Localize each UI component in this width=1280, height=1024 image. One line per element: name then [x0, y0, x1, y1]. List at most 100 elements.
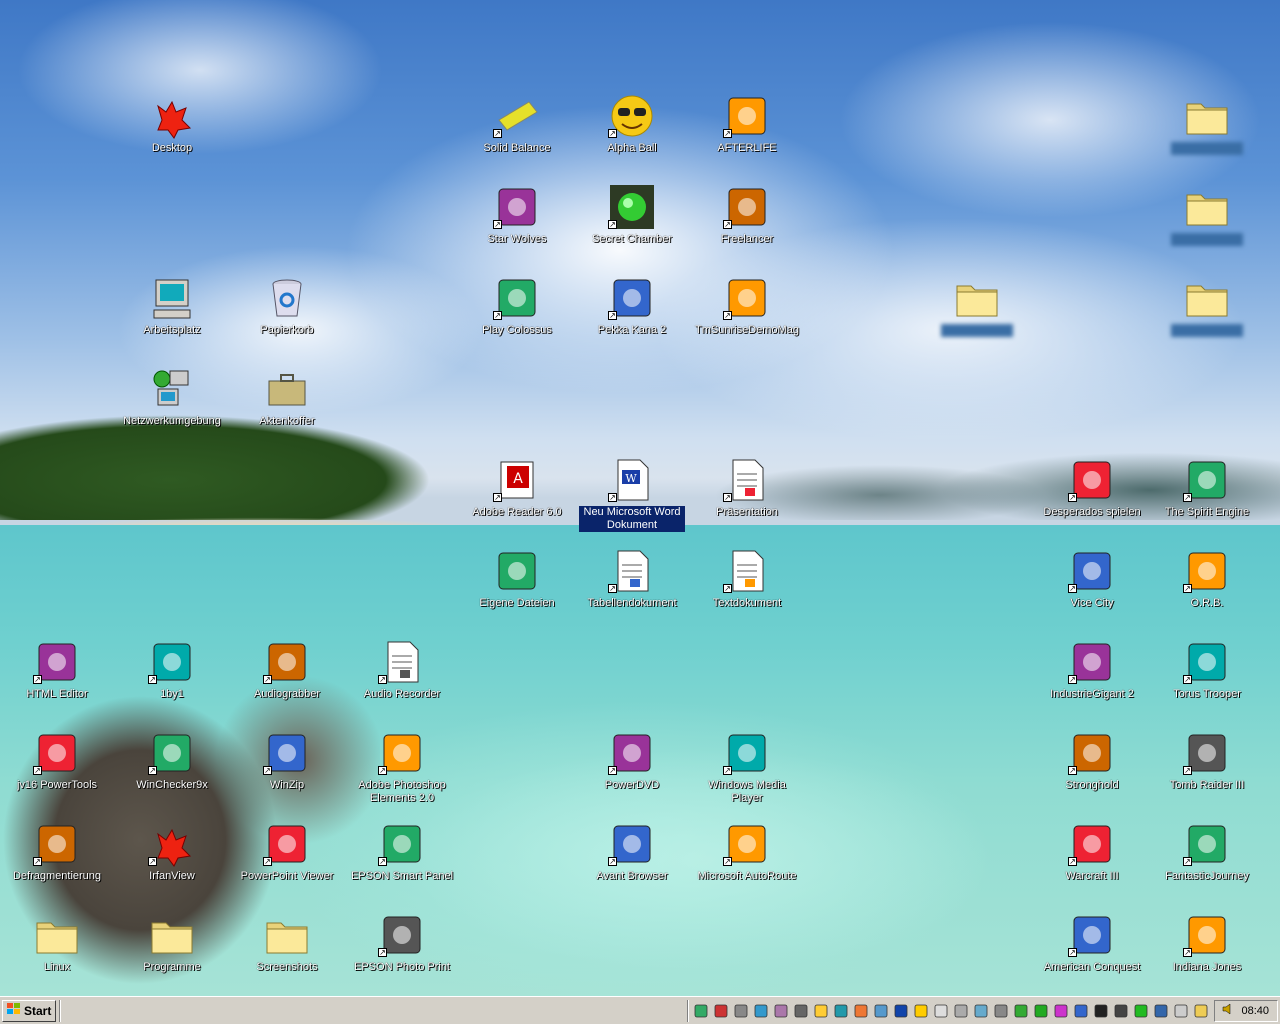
speaker-icon[interactable]	[1221, 1002, 1235, 1019]
monitor-icon[interactable]	[832, 1002, 850, 1020]
word-icon[interactable]	[892, 1002, 910, 1020]
desktop-icon[interactable]: ↗ Textdokument	[692, 547, 802, 610]
desktop-icon[interactable]: ↗ Pekka Kana 2	[577, 274, 687, 337]
desktop-icon[interactable]	[1152, 92, 1262, 155]
desktop-icon[interactable]: Papierkorb	[232, 274, 342, 337]
desktop-icon[interactable]	[1152, 274, 1262, 337]
desktop-icon[interactable]: ↗ PowerPoint Viewer	[232, 820, 342, 883]
desktop-icon[interactable]: ↗ Warcraft III	[1037, 820, 1147, 883]
spirit-engine-icon: ↗	[1183, 456, 1231, 504]
shield-icon[interactable]	[1012, 1002, 1030, 1020]
desktop-icon[interactable]: ↗ EPSON Photo Print	[347, 911, 457, 974]
desktop-icon[interactable]: ↗ Indiana Jones	[1152, 911, 1262, 974]
desktop-icon-label: Windows Media Player	[708, 779, 786, 804]
folder-icon[interactable]	[1192, 1002, 1210, 1020]
desktop-icon[interactable]: Desktop	[117, 92, 227, 155]
printer-icon[interactable]	[792, 1002, 810, 1020]
desktop-icon-label: Tomb Raider III	[1169, 779, 1245, 791]
desktop-icon[interactable]: ↗ Freelancer	[692, 183, 802, 246]
tomb-raider-icon: ↗	[1183, 729, 1231, 777]
clock[interactable]: 08:40	[1241, 1005, 1269, 1017]
drive-icon[interactable]	[732, 1002, 750, 1020]
desktop-icon[interactable]: ↗ The Spirit Engine	[1152, 456, 1262, 519]
desktop-icon[interactable]: A ↗ Adobe Reader 6.0	[462, 456, 572, 519]
desktop-icon[interactable]: Programme	[117, 911, 227, 974]
cube-icon[interactable]	[772, 1002, 790, 1020]
window-icon[interactable]	[1152, 1002, 1170, 1020]
calculator-icon[interactable]	[952, 1002, 970, 1020]
desktop-icon[interactable]: ↗ Secret Chamber	[577, 183, 687, 246]
palette-icon[interactable]	[852, 1002, 870, 1020]
desktop-icon[interactable]: ↗ HTML Editor	[2, 638, 112, 701]
document-icon[interactable]	[932, 1002, 950, 1020]
desktop-icon[interactable]: Eigene Dateien	[462, 547, 572, 610]
desktop-icon[interactable]: ↗ Adobe Photoshop Elements 2.0	[347, 729, 457, 805]
sunflower-icon[interactable]	[912, 1002, 930, 1020]
desktop-icon-label: Präsentation	[716, 506, 778, 518]
desktop-icon[interactable]: ↗ Avant Browser	[577, 820, 687, 883]
desktop-icon[interactable]: ↗ Play Colossus	[462, 274, 572, 337]
desktop-icon[interactable]: ↗ American Conquest	[1037, 911, 1147, 974]
desktop-icon[interactable]: ↗ PowerDVD	[577, 729, 687, 792]
flag-icon[interactable]	[1072, 1002, 1090, 1020]
desktop-icon[interactable]: Aktenkoffer	[232, 365, 342, 428]
desktop-icon[interactable]: ↗ IrfanView	[117, 820, 227, 883]
desktop-icon[interactable]: W ↗ Neu Microsoft Word Dokument	[577, 456, 687, 532]
shortcut-arrow-icon: ↗	[33, 766, 42, 775]
folder-icon	[33, 911, 81, 959]
start-button[interactable]: Start	[2, 999, 57, 1022]
disk-icon[interactable]	[752, 1002, 770, 1020]
desktop-icon-label: PowerPoint Viewer	[240, 870, 334, 882]
desktop-icon[interactable]: ↗ FantasticJourney	[1152, 820, 1262, 883]
desktop-icon[interactable]: ↗ 1by1	[117, 638, 227, 701]
desktop-icon[interactable]: ↗ Audiograbber	[232, 638, 342, 701]
desktop-icon[interactable]: ↗ Vice City	[1037, 547, 1147, 610]
desktop-icon[interactable]: ↗ EPSON Smart Panel	[347, 820, 457, 883]
shortcut-arrow-icon: ↗	[148, 675, 157, 684]
desktop-background[interactable]: Desktop ↗ Solid Balance ↗ Alpha Ball ↗ AFTERLI…	[0, 0, 1280, 996]
desktop-icon[interactable]: ↗ Stronghold	[1037, 729, 1147, 792]
desktop-icon[interactable]: ↗ Desperados spielen	[1037, 456, 1147, 519]
desktop-icon[interactable]: ↗ Alpha Ball	[577, 92, 687, 155]
desktop-icon-label: IrfanView	[149, 870, 195, 882]
desktop-icon[interactable]: ↗ Defragmentierung	[2, 820, 112, 883]
headset-icon[interactable]	[1112, 1002, 1130, 1020]
desktop-icon[interactable]: ↗ AFTERLIFE	[692, 92, 802, 155]
desktop-icon[interactable]: ↗ Tabellendokument	[577, 547, 687, 610]
shortcut-arrow-icon: ↗	[378, 675, 387, 684]
desktop-icon[interactable]	[922, 274, 1032, 337]
desktop-icon[interactable]: ↗ WinChecker9x	[117, 729, 227, 792]
show-desktop-icon[interactable]	[692, 1002, 710, 1020]
desktop-icon[interactable]: ↗ TmSunriseDemoMag	[692, 274, 802, 337]
notepad-icon[interactable]	[812, 1002, 830, 1020]
network-icon[interactable]	[972, 1002, 990, 1020]
leaf-icon[interactable]	[1132, 1002, 1150, 1020]
desktop-icon[interactable]: ↗ Audio Recorder	[347, 638, 457, 701]
desktop-icon[interactable]: Screenshots	[232, 911, 342, 974]
desktop-icon[interactable]: ↗ Solid Balance	[462, 92, 572, 155]
folder-icon	[1183, 92, 1231, 140]
terminal-icon[interactable]	[1092, 1002, 1110, 1020]
desktop-icon[interactable]: ↗ Tomb Raider III	[1152, 729, 1262, 792]
desktop-icon[interactable]: ↗ Torus Trooper	[1152, 638, 1262, 701]
desktop-icon[interactable]: ↗ jv16 PowerTools	[2, 729, 112, 792]
green-icon[interactable]	[1032, 1002, 1050, 1020]
desktop-icon[interactable]: Arbeitsplatz	[117, 274, 227, 337]
ie-icon[interactable]	[712, 1002, 730, 1020]
help-icon[interactable]	[872, 1002, 890, 1020]
desktop-icon[interactable]: ↗ Microsoft AutoRoute	[692, 820, 802, 883]
desktop-icon[interactable]: ↗ WinZip	[232, 729, 342, 792]
desktop-icon[interactable]: ↗ Präsentation	[692, 456, 802, 519]
recycle-icon[interactable]	[992, 1002, 1010, 1020]
lamp-icon[interactable]	[1052, 1002, 1070, 1020]
desktop-icon[interactable]: ↗ IndustrieGigant 2	[1037, 638, 1147, 701]
desktop-icon[interactable]: Linux	[2, 911, 112, 974]
desktop-icon[interactable]: ↗ Windows Media Player	[692, 729, 802, 805]
orb-icon: ↗	[1183, 547, 1231, 595]
desktop-icon[interactable]	[1152, 183, 1262, 246]
desktop-icon[interactable]: ↗ O.R.B.	[1152, 547, 1262, 610]
desktop-icon[interactable]: Netzwerkumgebung	[117, 365, 227, 428]
folder-icon	[263, 911, 311, 959]
desktop-icon[interactable]: ↗ Star Wolves	[462, 183, 572, 246]
window2-icon[interactable]	[1172, 1002, 1190, 1020]
